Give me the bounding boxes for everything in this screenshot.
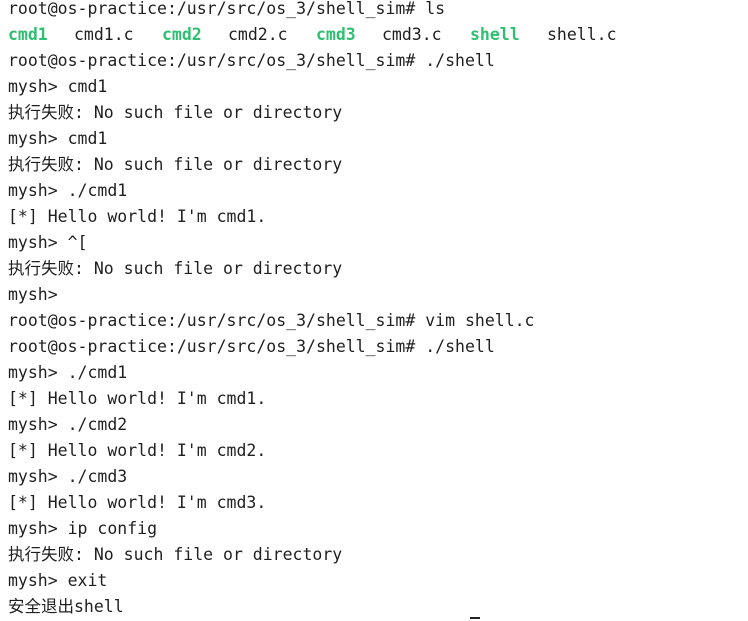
terminal-line: 安全退出shell: [8, 597, 124, 616]
terminal-line: root@os-practice:/usr/src/os_3/shell_sim…: [8, 311, 535, 330]
terminal-line: 执行失败: No such file or directory: [8, 259, 343, 278]
source-file-name: shell.c: [547, 25, 617, 44]
terminal-line: root@os-practice:/usr/src/os_3/shell_sim…: [8, 51, 495, 70]
terminal-line: mysh> ./cmd2: [8, 415, 128, 434]
terminal-line: mysh> ./cmd3: [8, 467, 128, 486]
terminal-line: mysh> exit: [8, 571, 108, 590]
terminal-line: [*] Hello world! I'm cmd3.: [8, 493, 267, 512]
terminal-line: 执行失败: No such file or directory: [8, 155, 343, 174]
terminal-line: mysh>: [8, 285, 58, 304]
executable-file-name: shell: [470, 25, 520, 44]
terminal-line: root@os-practice:/usr/src/os_3/shell_sim…: [8, 337, 495, 356]
terminal-line: [*] Hello world! I'm cmd1.: [8, 389, 267, 408]
source-file-name: cmd3.c: [382, 25, 442, 44]
terminal-line: mysh> cmd1: [8, 129, 108, 148]
terminal-line: mysh> ^[: [8, 233, 88, 252]
terminal-line: mysh> ./cmd1: [8, 363, 128, 382]
terminal-line: [*] Hello world! I'm cmd1.: [8, 207, 267, 226]
source-file-name: cmd1.c: [74, 25, 134, 44]
terminal-window[interactable]: root@os-practice:/usr/src/os_3/shell_sim…: [0, 0, 748, 621]
executable-file-name: cmd3: [316, 25, 356, 44]
terminal-line: mysh> cmd1: [8, 77, 108, 96]
executable-file-name: cmd1: [8, 25, 48, 44]
terminal-line: root@os-practice:/usr/src/os_3/shell_sim…: [8, 0, 446, 18]
executable-file-name: cmd2: [162, 25, 202, 44]
text-cursor: [470, 617, 480, 619]
terminal-line: mysh> ./cmd1: [8, 181, 128, 200]
terminal-line: 执行失败: No such file or directory: [8, 545, 343, 564]
terminal-line: 执行失败: No such file or directory: [8, 103, 343, 122]
terminal-line: [*] Hello world! I'm cmd2.: [8, 441, 267, 460]
terminal-line: mysh> ip config: [8, 519, 158, 538]
source-file-name: cmd2.c: [228, 25, 288, 44]
